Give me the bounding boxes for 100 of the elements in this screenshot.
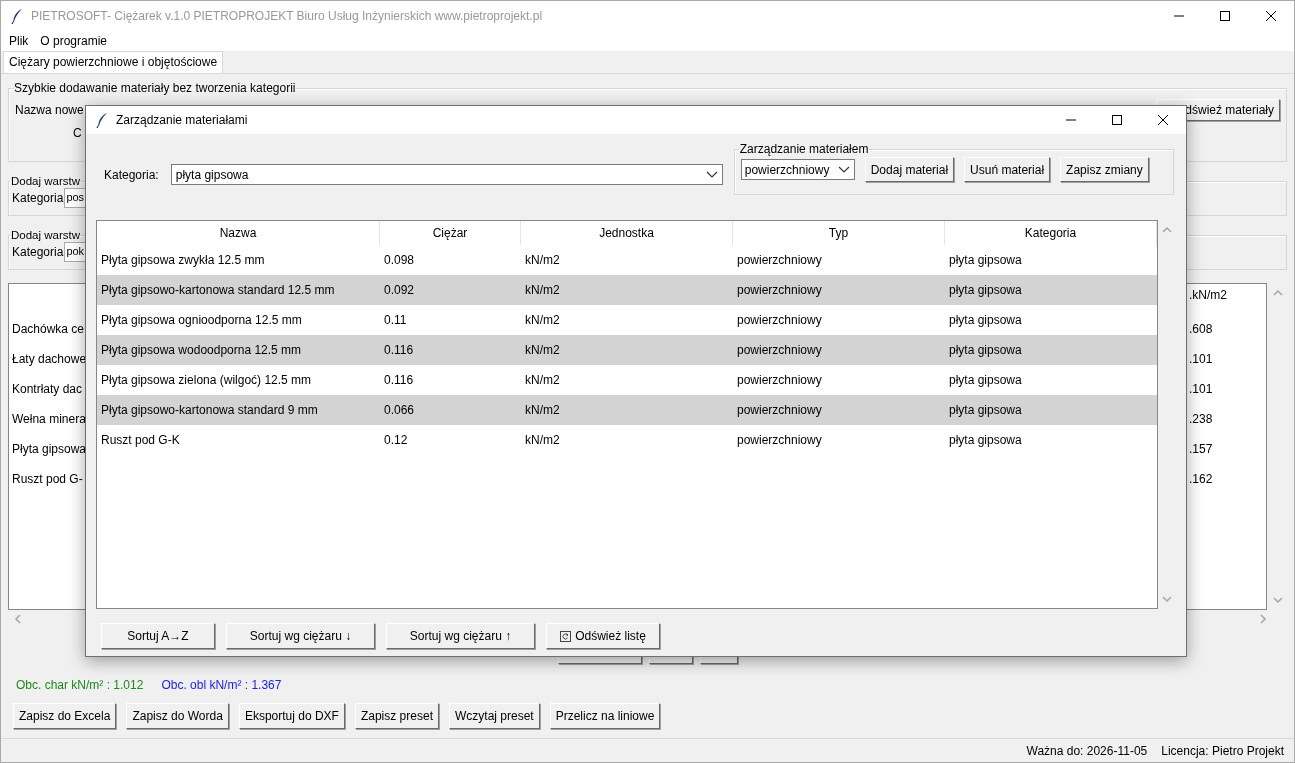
action-button[interactable]: Zapisz preset [354, 703, 439, 730]
action-button[interactable]: Usuń materiał [964, 157, 1051, 182]
field-label: Kategoria [12, 191, 64, 206]
table-cell-text: płyta gipsowa [948, 312, 1023, 329]
table-cell: 0.066 [380, 395, 521, 425]
list-cell: .157 [1189, 442, 1213, 457]
table-cell-text: kN/m2 [524, 312, 561, 329]
table-cell-text: płyta gipsowa [948, 252, 1023, 269]
group-title: Dodaj warstw [10, 229, 82, 242]
feather-icon [96, 112, 108, 128]
close-icon [1158, 115, 1168, 125]
menu-item[interactable]: O programie [34, 34, 114, 49]
refresh-icon [560, 630, 572, 642]
list-cell: Ruszt pod G- [12, 472, 83, 487]
dropdown-icon [837, 165, 850, 174]
action-button[interactable]: Zapisz do Worda [126, 703, 229, 730]
scroll-down-icon[interactable] [1272, 596, 1284, 605]
action-button[interactable]: Zapisz zmiany [1060, 157, 1149, 182]
group-title: Szybkie dodawanie materiały bez tworzenia kategorii [13, 81, 297, 96]
table-cell-text: powierzchniowy [736, 372, 823, 389]
table-cell-text: Płyta gipsowa zwykła 12.5 mm [100, 252, 266, 269]
table-cell-text: płyta gipsowa [948, 432, 1023, 449]
scroll-right-icon[interactable] [1259, 613, 1267, 626]
table-cell: 0.092 [380, 275, 521, 305]
table-cell: płyta gipsowa [945, 275, 1157, 305]
action-button[interactable]: Wczytaj preset [448, 703, 540, 730]
category-dropdown[interactable]: płyta gipsowa [170, 164, 723, 185]
tab[interactable]: Ciężary powierzchniowe i objętościowe [3, 51, 224, 74]
scroll-left-icon[interactable] [14, 613, 22, 626]
feather-icon [11, 8, 23, 25]
field-label: Nazwa nowe [15, 103, 84, 118]
maximize-icon [1112, 115, 1122, 125]
table-cell-text: Płyta gipsowa ognioodporna 12.5 mm [100, 312, 303, 329]
total-label: Obc. obl kN/m² : 1.367 [161, 678, 282, 693]
list-cell: Płyta gipsowa [12, 442, 87, 457]
table-cell-text: 0.12 [383, 432, 409, 449]
table-cell-text: kN/m2 [524, 252, 561, 269]
list-cell: .238 [1189, 412, 1213, 427]
field-label: C [73, 126, 82, 141]
column-header: .kN/m2 [1189, 288, 1227, 303]
group-title: Zarządzanie materiałem [738, 142, 870, 156]
table-cell-text: 0.116 [383, 372, 415, 389]
column-header[interactable]: Kategoria [945, 221, 1157, 245]
sort-button[interactable]: Sortuj wg ciężaru ↓ [226, 623, 375, 649]
list-cell: Wełna minera [12, 412, 86, 427]
group-title: Dodaj warstw [10, 175, 82, 188]
scroll-up-icon[interactable] [1272, 289, 1284, 298]
list-cell: .162 [1189, 472, 1213, 487]
table-cell: kN/m2 [521, 335, 733, 365]
type-dropdown[interactable]: powierzchniowy [740, 159, 855, 180]
table-cell: powierzchniowy [733, 335, 945, 365]
table-cell: Płyta gipsowo-kartonowa standard 9 mm [97, 395, 380, 425]
table-cell: płyta gipsowa [945, 335, 1157, 365]
sort-button[interactable]: Sortuj wg ciężaru ↑ [386, 623, 535, 649]
table-cell: Płyta gipsowo-kartonowa standard 12.5 mm [97, 275, 380, 305]
status-text: Licencja: Pietro Projekt [1161, 743, 1284, 758]
menu-item[interactable]: Plik [3, 34, 35, 49]
maximize-icon [1220, 11, 1230, 22]
refresh-button[interactable]: Odśwież listę [546, 623, 660, 649]
field-label: Kategoria: [104, 167, 159, 182]
table-cell: 0.116 [380, 335, 521, 365]
table-cell: kN/m2 [521, 275, 733, 305]
sort-button[interactable]: Sortuj A→Z [101, 623, 215, 649]
table-cell-text: powierzchniowy [736, 432, 823, 449]
table-cell: Płyta gipsowa wodoodporna 12.5 mm [97, 335, 380, 365]
table-cell: powierzchniowy [733, 275, 945, 305]
table-cell-text: kN/m2 [524, 372, 561, 389]
scroll-down-icon[interactable] [1161, 595, 1173, 603]
window-title: PIETROSOFT- Ciężarek v.1.0 PIETROPROJEKT Biuro Usług Inżynierskich www.pietroprojekt.pl [31, 9, 544, 24]
table-cell: płyta gipsowa [945, 395, 1157, 425]
table-cell-text: Płyta gipsowa zielona (wilgoć) 12.5 mm [100, 372, 313, 389]
column-header[interactable]: Typ [733, 221, 945, 245]
field-label: Kategoria [12, 245, 64, 260]
table-cell-text: Ruszt pod G-K [100, 432, 181, 449]
column-header[interactable]: Nazwa [97, 221, 380, 245]
list-cell: Kontrłaty dac [12, 382, 83, 397]
table-cell: kN/m2 [521, 395, 733, 425]
column-header[interactable]: Ciężar [380, 221, 521, 245]
list-cell: Dachówka ce [12, 322, 85, 337]
table-cell-text: kN/m2 [524, 432, 561, 449]
window-title: Zarządzanie materiałami [116, 113, 249, 127]
table-cell-text: płyta gipsowa [948, 372, 1023, 389]
table-cell-text: powierzchniowy [736, 252, 823, 269]
list-cell: .101 [1189, 352, 1213, 367]
table-cell-text: 0.098 [383, 252, 416, 269]
dropdown-icon [705, 170, 718, 179]
list-cell: .101 [1189, 382, 1213, 397]
table-cell-text: powierzchniowy [736, 312, 823, 329]
scroll-up-icon[interactable] [1161, 226, 1173, 234]
action-button[interactable]: Eksportuj do DXF [238, 703, 345, 730]
list-cell: Łaty dachowe [12, 352, 87, 367]
close-icon [1266, 11, 1276, 22]
table-cell-text: 0.11 [383, 312, 408, 329]
action-button[interactable]: Dodaj materiał [864, 157, 955, 182]
action-button[interactable]: Przelicz na liniowe [549, 703, 661, 730]
column-header[interactable]: Jednostka [521, 221, 733, 245]
total-label: Obc. char kN/m² : 1.012 [16, 678, 144, 693]
list-cell: .608 [1189, 322, 1213, 337]
action-button[interactable]: Zapisz do Excela [13, 703, 117, 730]
status-text: Ważna do: 2026-11-05 [1026, 743, 1148, 758]
